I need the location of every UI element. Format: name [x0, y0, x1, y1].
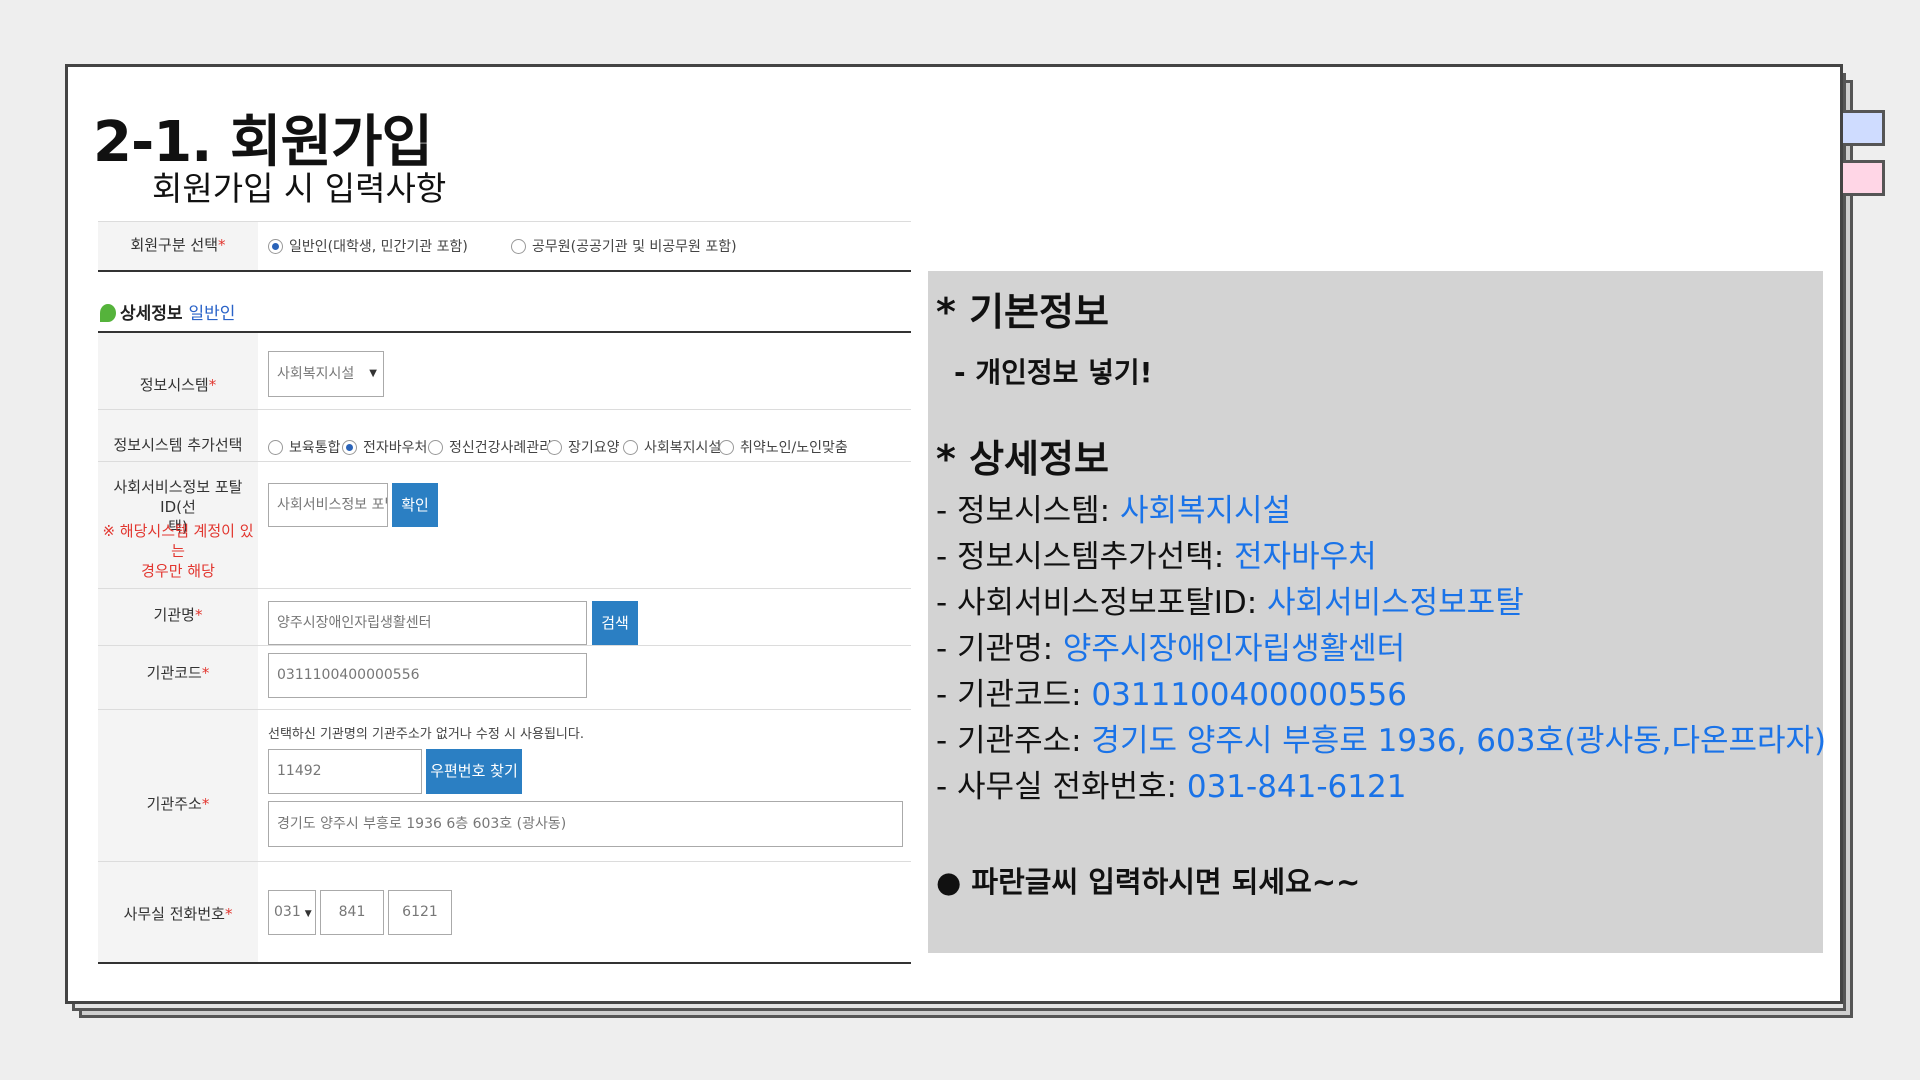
basic-info-heading: * 기본정보	[936, 290, 1109, 334]
org-address-label: 기관주소*	[146, 795, 210, 813]
search-button[interactable]: 검색	[592, 601, 638, 645]
member-type-option-public[interactable]: 공무원(공공기관 및 비공무원 포함)	[511, 236, 737, 256]
signup-form: 회원구분 선택* 일반인(대학생, 민간기관 포함) 공무원(공공기관 및 비공…	[98, 221, 911, 964]
detail-line: - 사회서비스정보포탈ID: 사회서비스정보포탈	[936, 585, 1524, 621]
leaf-icon	[100, 304, 116, 322]
detail-info-heading: * 상세정보	[936, 437, 1109, 481]
phone-mid-input[interactable]: 841	[320, 890, 384, 935]
radio-icon	[511, 239, 526, 254]
detail-line: - 사무실 전화번호: 031-841-6121	[936, 769, 1407, 805]
radio-icon	[623, 440, 638, 455]
find-zip-button[interactable]: 우편번호 찾기	[426, 749, 522, 794]
basic-info-note: - 개인정보 넣기!	[954, 356, 1153, 389]
detail-line: - 기관코드: 0311100400000556	[936, 677, 1407, 713]
confirm-button[interactable]: 확인	[392, 483, 438, 527]
pink-tab-marker	[1839, 160, 1885, 196]
radio-icon	[268, 440, 283, 455]
radio-icon	[428, 440, 443, 455]
extra-option-mental-health[interactable]: 정신건강사례관리	[428, 437, 552, 457]
org-code-input[interactable]: 0311100400000556	[268, 653, 587, 698]
address-notice: 선택하신 기관명의 기관주소가 없거나 수정 시 사용됩니다.	[268, 727, 584, 742]
radio-icon	[547, 440, 562, 455]
portal-id-input[interactable]: 사회서비스정보 포탈	[268, 483, 388, 527]
dropdown-arrow-icon: ▼	[304, 909, 312, 919]
extra-option-voucher[interactable]: 전자바우처	[342, 437, 427, 457]
bullet-note: ● 파란글씨 입력하시면 되세요~~	[936, 865, 1361, 899]
detail-line: - 정보시스템추가선택: 전자바우처	[936, 539, 1377, 575]
extra-option-childcare[interactable]: 보육통합	[268, 437, 341, 457]
page-subtitle: 회원가입 시 입력사항	[152, 169, 447, 208]
blue-tab-marker	[1839, 110, 1885, 146]
dropdown-arrow-icon: ▼	[369, 368, 377, 379]
org-name-input[interactable]: 양주시장애인자립생활센터	[268, 601, 587, 645]
portal-id-note: ※ 해당시스템 계정이 있는 경우만 해당	[102, 522, 254, 580]
slide: 2-1. 회원가입 회원가입 시 입력사항 회원구분 선택* 일반인(대학생, …	[65, 64, 1843, 1004]
org-code-label: 기관코드*	[146, 664, 210, 682]
info-system-label: 정보시스템*	[139, 376, 217, 394]
radio-selected-icon	[342, 440, 357, 455]
extra-option-long-term-care[interactable]: 장기요양	[547, 437, 620, 457]
office-phone-label: 사무실 전화번호*	[123, 905, 233, 923]
radio-icon	[719, 440, 734, 455]
org-name-label: 기관명*	[153, 606, 203, 624]
radio-selected-icon	[268, 239, 283, 254]
zip-input[interactable]: 11492	[268, 749, 422, 794]
address-input[interactable]: 경기도 양주시 부흥로 1936 6층 603호 (광사동)	[268, 801, 903, 847]
extra-option-elderly[interactable]: 취약노인/노인맞춤	[719, 437, 848, 457]
extra-option-welfare-facility[interactable]: 사회복지시설	[623, 437, 721, 457]
section-header: 상세정보 일반인	[100, 299, 235, 324]
phone-last-input[interactable]: 6121	[388, 890, 452, 935]
info-system-extra-label: 정보시스템 추가선택	[113, 436, 243, 454]
instruction-panel: * 기본정보 - 개인정보 넣기! * 상세정보 - 정보시스템: 사회복지시설…	[928, 271, 1827, 953]
info-system-select[interactable]: 사회복지시설 ▼	[268, 351, 384, 397]
member-type-option-general[interactable]: 일반인(대학생, 민간기관 포함)	[268, 236, 468, 256]
member-type-label: 회원구분 선택*	[130, 236, 226, 254]
detail-line: - 기관주소: 경기도 양주시 부흥로 1936, 603호(광사동,다온프라자…	[936, 723, 1827, 759]
phone-area-select[interactable]: 031 ▼	[268, 890, 316, 935]
detail-line: - 정보시스템: 사회복지시설	[936, 493, 1292, 529]
detail-line: - 기관명: 양주시장애인자립생활센터	[936, 631, 1406, 667]
